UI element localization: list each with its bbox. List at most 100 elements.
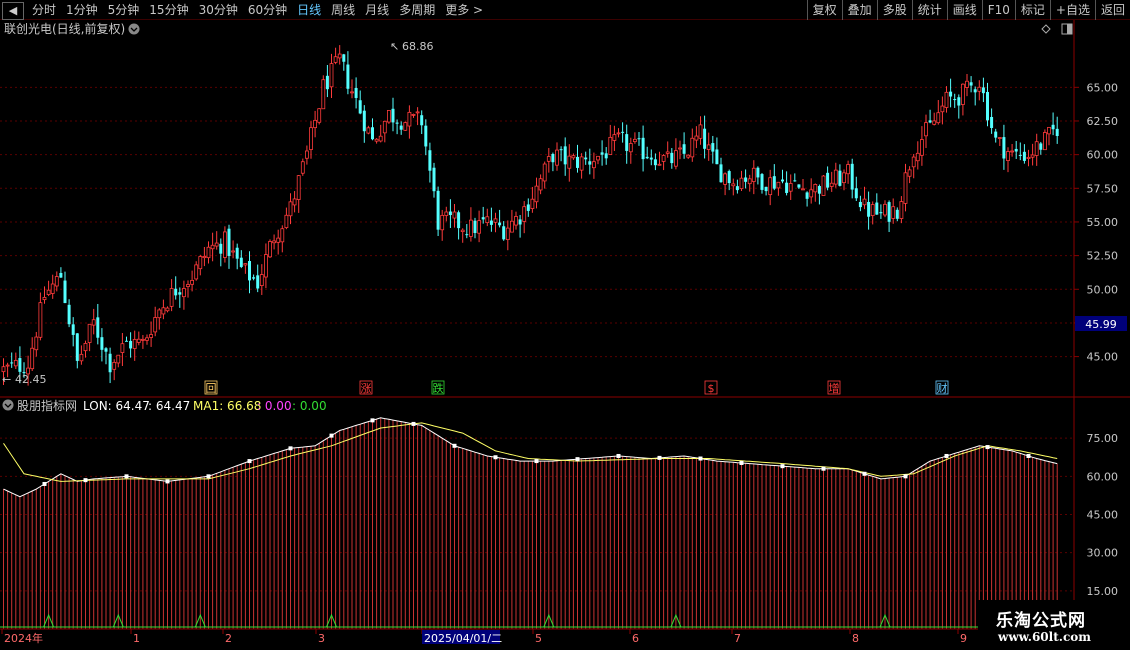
candle-body	[846, 164, 850, 175]
candle-body	[268, 241, 272, 258]
time-label: 2	[225, 632, 232, 645]
candle-body	[657, 163, 662, 166]
candle-body	[505, 227, 510, 240]
period-tab-10[interactable]: 更多 >	[440, 0, 488, 20]
candle-body	[477, 220, 482, 234]
candle-body	[715, 149, 719, 165]
candle-body	[994, 131, 998, 138]
candle-body	[764, 186, 768, 192]
candle-body	[850, 163, 854, 190]
tool-button-5[interactable]: F10	[981, 0, 1015, 20]
candle-body	[465, 234, 469, 236]
indicator-axis-ticks: 15.00 30.00 45.00 60.00 75.00	[1087, 432, 1119, 598]
candle-body	[768, 177, 773, 196]
candle-body	[637, 138, 641, 140]
candle-body	[546, 156, 551, 162]
candle-body	[1018, 154, 1022, 156]
candle-body	[181, 288, 186, 298]
candle-body	[682, 144, 686, 154]
candle-body	[698, 124, 703, 139]
event-marker-5[interactable]: 财	[935, 380, 949, 395]
candle-body	[190, 280, 195, 285]
period-tab-6[interactable]: 日线	[292, 0, 326, 20]
candle-body	[788, 183, 793, 192]
period-tab-0[interactable]: 分时	[27, 0, 61, 20]
title-dropdown-icon[interactable]	[128, 23, 140, 35]
candle-body	[911, 156, 916, 168]
candle-body	[280, 228, 285, 243]
candle-body	[727, 171, 731, 184]
tool-button-2[interactable]: 多股	[876, 0, 912, 20]
candle-body	[407, 111, 412, 127]
lon-dot	[42, 481, 47, 486]
chart-canvas[interactable]: 45.0047.5050.0052.5055.0057.5060.0062.50…	[0, 20, 1130, 650]
candle-body	[534, 185, 539, 203]
tool-button-6[interactable]: 标记	[1014, 0, 1050, 20]
period-tab-5[interactable]: 60分钟	[243, 0, 292, 20]
event-marker-4[interactable]: 增	[827, 380, 841, 395]
candle-body	[317, 108, 322, 123]
tool-button-0[interactable]: 复权	[806, 0, 842, 20]
candle-body	[79, 353, 84, 362]
candle-body	[386, 109, 391, 123]
lon-dot	[616, 453, 621, 458]
candle	[317, 108, 322, 125]
candle-body	[694, 135, 699, 141]
price-tick-label: 62.50	[1087, 115, 1119, 128]
indicator-tick-label: 30.00	[1087, 547, 1119, 560]
candle-body	[346, 64, 350, 89]
candle-body	[641, 137, 645, 160]
candle-body	[157, 309, 162, 319]
candle-body	[296, 175, 301, 200]
candle-body	[46, 289, 51, 295]
candle-body	[760, 174, 764, 190]
indicator-dropdown-icon[interactable]	[2, 399, 14, 411]
event-label: 涨	[361, 382, 372, 395]
candle-body	[108, 353, 112, 373]
time-label: 7	[734, 632, 741, 645]
candle-body	[1010, 150, 1014, 153]
event-marker-0[interactable]: 回	[204, 380, 218, 395]
candle-body	[411, 114, 416, 116]
candle-body	[252, 277, 256, 279]
period-tab-7[interactable]: 周线	[326, 0, 360, 20]
candle-body	[206, 246, 211, 259]
candle-body	[436, 190, 440, 230]
event-marker-1[interactable]: 涨	[359, 380, 373, 395]
candle-body	[309, 127, 313, 150]
candle-body	[489, 220, 493, 225]
period-tab-3[interactable]: 15分钟	[144, 0, 193, 20]
candle-body	[563, 146, 567, 165]
candle-body	[403, 122, 408, 131]
candle-body	[616, 132, 621, 135]
candle-body	[96, 317, 100, 338]
period-tab-4[interactable]: 30分钟	[194, 0, 243, 20]
candle-body	[460, 229, 465, 233]
candle-body	[596, 155, 600, 161]
candle-body	[949, 91, 953, 97]
candle-body	[256, 275, 260, 289]
candle	[436, 186, 440, 237]
period-tab-1[interactable]: 1分钟	[61, 0, 103, 20]
candle-body	[584, 157, 588, 160]
tool-button-4[interactable]: 画线	[946, 0, 982, 20]
lon-dot	[247, 459, 252, 464]
period-tab-9[interactable]: 多周期	[394, 0, 440, 20]
tool-button-7[interactable]: +自选	[1049, 0, 1095, 20]
event-marker-2[interactable]: 跌	[431, 380, 445, 395]
tool-button-8[interactable]: 返回	[1094, 0, 1130, 20]
period-tab-8[interactable]: 月线	[360, 0, 394, 20]
period-tab-2[interactable]: 5分钟	[103, 0, 145, 20]
candle-body	[415, 111, 420, 114]
v3-legend: : 0.00	[257, 399, 292, 413]
tool-button-1[interactable]: 叠加	[841, 0, 877, 20]
event-marker-3[interactable]: $	[704, 380, 718, 395]
nav-back-button[interactable]: ◀	[2, 1, 24, 20]
price-tick-label: 52.50	[1087, 250, 1119, 263]
tool-button-3[interactable]: 统计	[911, 0, 947, 20]
lon-legend-value2: : 64.47	[148, 399, 190, 413]
candle-body	[997, 137, 1002, 139]
candle-body	[625, 134, 629, 151]
lon-dot	[739, 460, 744, 465]
candle-body	[571, 155, 576, 159]
